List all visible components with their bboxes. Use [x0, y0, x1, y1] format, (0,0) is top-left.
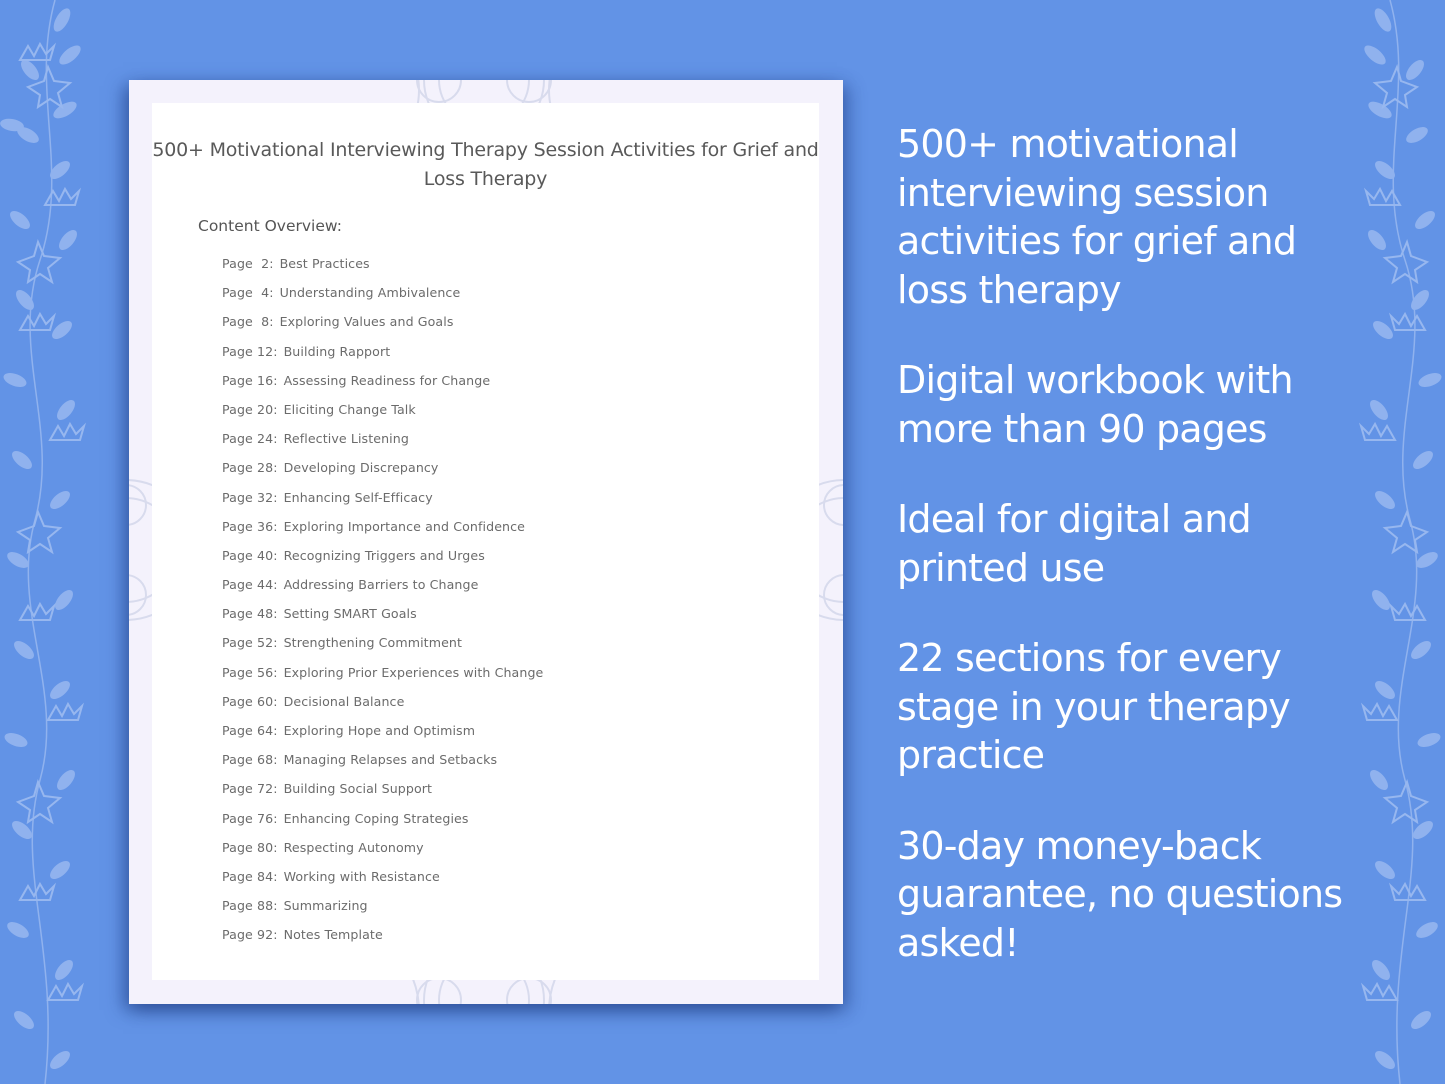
toc-entry-title: Exploring Importance and Confidence: [283, 518, 526, 534]
toc-entry-title: Exploring Hope and Optimism: [283, 723, 476, 738]
toc-page-number: Page 56:: [222, 664, 278, 680]
toc-page-number: Page 48:: [222, 606, 278, 622]
toc-page-number: Page 2:: [222, 256, 274, 271]
toc-page-number: Page 92:: [222, 927, 278, 943]
toc-entry: Page 64: Exploring Hope and Optimism: [222, 721, 543, 750]
toc-entry-title: Eliciting Change Talk: [283, 401, 416, 417]
toc-entry-title: Developing Discrepancy: [283, 460, 439, 476]
toc-entry-title: Best Practices: [279, 256, 370, 271]
toc-page-number: Page 76:: [222, 810, 278, 826]
toc-entry: Page 8: Exploring Values and Goals: [222, 312, 543, 341]
toc-entry: Page 44: Addressing Barriers to Change: [222, 575, 543, 604]
toc-entry-title: Summarizing: [283, 898, 368, 914]
table-of-contents: Page 2: Best Practices Page 4: Understandin…: [222, 254, 543, 955]
document-page: 500+ Motivational Interviewing Therapy S…: [152, 103, 819, 980]
feature-text: Digital workbook with more than 90 pages: [897, 358, 1294, 451]
toc-page-number: Page 68:: [222, 752, 278, 768]
feature-list: 500+ motivational interviewing session a…: [897, 120, 1347, 1009]
toc-entry: Page 68: Managing Relapses and Setbacks: [222, 750, 543, 779]
toc-entry: Page 72: Building Social Support: [222, 779, 543, 808]
toc-entry: Page 20: Eliciting Change Talk: [222, 400, 543, 429]
feature-text: 22 sections for every stage in your ther…: [897, 636, 1291, 777]
toc-entry-title: Working with Resistance: [283, 868, 440, 884]
toc-page-number: Page 16:: [222, 372, 278, 388]
toc-entry: Page 52: Strengthening Commitment: [222, 633, 543, 662]
toc-page-number: Page 4:: [222, 285, 274, 301]
toc-entry-title: Notes Template: [283, 927, 383, 943]
floral-vine-right-icon: [1358, 0, 1442, 1084]
floral-vine-left-icon: [0, 0, 87, 1084]
toc-entry: Page 60: Decisional Balance: [222, 692, 543, 721]
toc-entry: Page 84: Working with Resistance: [222, 867, 543, 896]
toc-page-number: Page 28:: [222, 460, 278, 476]
feature-text: 500+ motivational interviewing session a…: [897, 122, 1297, 312]
toc-entry: Page 28: Developing Discrepancy: [222, 458, 543, 487]
toc-entry: Page 88: Summarizing: [222, 896, 543, 925]
toc-page-number: Page 52:: [222, 635, 278, 651]
toc-entry-title: Respecting Autonomy: [283, 839, 424, 855]
toc-page-number: Page 84:: [222, 868, 278, 884]
toc-entry-title: Strengthening Commitment: [283, 635, 463, 651]
toc-entry: Page 24: Reflective Listening: [222, 429, 543, 458]
content-overview-label: Content Overview:: [198, 217, 342, 235]
document-title: 500+ Motivational Interviewing Therapy S…: [152, 139, 819, 190]
toc-entry: Page 48: Setting SMART Goals: [222, 604, 543, 633]
toc-page-number: Page 24:: [222, 431, 278, 447]
toc-entry-title: Addressing Barriers to Change: [283, 577, 479, 593]
toc-page-number: Page 36:: [222, 518, 278, 534]
toc-entry: Page 36: Exploring Importance and Confide…: [222, 517, 543, 546]
toc-entry-title: Assessing Readiness for Change: [283, 372, 491, 388]
toc-entry: Page 80: Respecting Autonomy: [222, 838, 543, 867]
feature-text: 30-day money-back guarantee, no question…: [897, 823, 1343, 965]
toc-entry-title: Setting SMART Goals: [283, 606, 417, 622]
toc-entry: Page 56: Exploring Prior Experiences with…: [222, 663, 543, 692]
toc-page-number: Page 80:: [222, 839, 278, 855]
toc-page-number: Page 32:: [222, 489, 278, 505]
toc-page-number: Page 60:: [222, 693, 278, 709]
toc-entry-title: Enhancing Self-Efficacy: [283, 489, 433, 505]
toc-page-number: Page 20:: [222, 401, 278, 417]
feature-text: Ideal for digital and printed use: [897, 497, 1252, 590]
toc-entry: Page 12: Building Rapport: [222, 342, 543, 371]
document-preview: 500+ Motivational Interviewing Therapy S…: [129, 80, 843, 1004]
toc-page-number: Page 44:: [222, 577, 278, 593]
toc-entry: Page 4: Understanding Ambivalence: [222, 283, 543, 312]
toc-page-number: Page 64:: [222, 723, 278, 738]
toc-page-number: Page 12:: [222, 343, 278, 359]
toc-entry-title: Building Rapport: [283, 343, 391, 359]
toc-page-number: Page 40:: [222, 547, 278, 563]
toc-entry-title: Managing Relapses and Setbacks: [283, 752, 498, 768]
toc-entry: Page 16: Assessing Readiness for Change: [222, 371, 543, 400]
toc-entry-title: Decisional Balance: [283, 693, 405, 709]
toc-entry-title: Reflective Listening: [283, 431, 409, 447]
toc-entry-title: Recognizing Triggers and Urges: [283, 547, 485, 563]
toc-page-number: Page 72:: [222, 781, 278, 797]
toc-entry-title: Enhancing Coping Strategies: [283, 810, 469, 826]
toc-entry: Page 92: Notes Template: [222, 925, 543, 954]
toc-entry-title: Exploring Prior Experiences with Change: [283, 664, 544, 680]
toc-entry: Page 32: Enhancing Self-Efficacy: [222, 488, 543, 517]
toc-entry: Page 2: Best Practices: [222, 254, 543, 283]
toc-entry-title: Exploring Values and Goals: [279, 314, 454, 330]
toc-entry: Page 40: Recognizing Triggers and Urges: [222, 546, 543, 575]
toc-page-number: Page 8:: [222, 314, 274, 330]
toc-page-number: Page 88:: [222, 898, 278, 914]
toc-entry: Page 76: Enhancing Coping Strategies: [222, 809, 543, 838]
toc-entry-title: Building Social Support: [283, 781, 433, 797]
toc-entry-title: Understanding Ambivalence: [279, 285, 461, 301]
